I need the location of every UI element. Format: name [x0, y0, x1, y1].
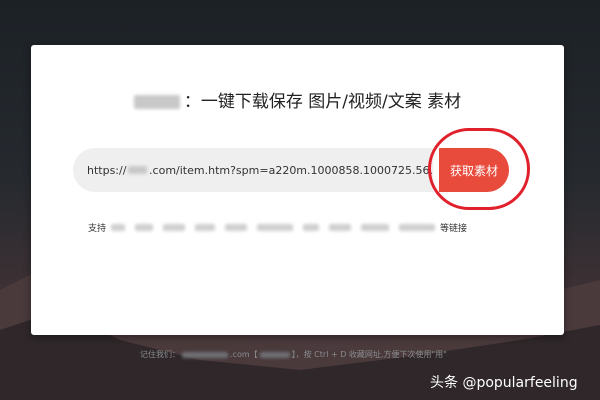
support-prefix: 支持: [88, 224, 107, 234]
blurred-site: [111, 224, 126, 231]
blurred-site: [135, 224, 154, 231]
blurred-site: [303, 224, 320, 231]
blurred-site: [361, 224, 390, 231]
title-text: ：一键下载保存 图片/视频/文案 素材: [183, 92, 462, 112]
shortcut-text: 】，按 Ctrl + D 收藏网址,方便下次使用"用": [291, 350, 447, 359]
supported-links: 支持 等链接: [88, 221, 467, 234]
blurred-site: [329, 224, 352, 231]
highlight-circle: [428, 128, 530, 210]
blurred-site-name: [259, 351, 290, 358]
blurred-domain: [128, 166, 148, 174]
blurred-site: [163, 224, 186, 231]
domain-suffix: .com【: [230, 350, 258, 359]
blurred-domain: [182, 351, 228, 358]
blurred-site: [225, 224, 248, 231]
remember-prefix: 记住我们：: [140, 350, 180, 359]
bookmark-hint: 记住我们： .com【 】，按 Ctrl + D 收藏网址,方便下次使用"用": [140, 349, 447, 360]
support-suffix: 等链接: [440, 224, 468, 234]
url-suffix: .com/item.htm?spm=a220m.1000858.1000725.…: [149, 163, 433, 177]
download-card: ：一键下载保存 图片/视频/文案 素材 https:// .com/item.h…: [31, 45, 564, 335]
page-title: ：一键下载保存 图片/视频/文案 素材: [31, 87, 564, 112]
url-prefix: https://: [87, 163, 127, 177]
blurred-site: [257, 224, 294, 231]
url-input[interactable]: https:// .com/item.htm?spm=a220m.1000858…: [73, 148, 433, 192]
blurred-site: [399, 224, 436, 231]
watermark: 头条 @popularfeeling: [430, 375, 578, 391]
blurred-site: [195, 224, 216, 231]
blurred-site-name: [133, 95, 180, 109]
